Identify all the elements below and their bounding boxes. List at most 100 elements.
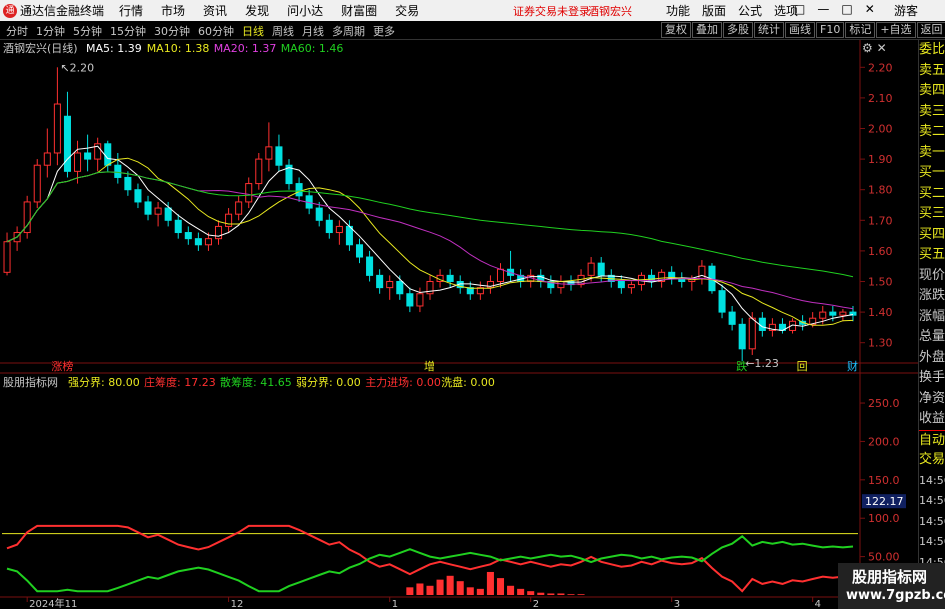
sidebar-item-16[interactable]: 换手 — [919, 368, 945, 389]
candle[interactable] — [43, 128, 51, 178]
candle[interactable] — [507, 250, 515, 282]
right-menu-item-1[interactable]: 版面 — [696, 2, 732, 19]
candle[interactable] — [33, 159, 41, 209]
period-5[interactable]: 60分钟 — [194, 23, 238, 39]
candle[interactable] — [275, 134, 283, 172]
candle[interactable] — [295, 177, 303, 202]
candle[interactable] — [426, 275, 434, 300]
tool-7[interactable]: +自选 — [876, 22, 916, 38]
tool-1[interactable]: 叠加 — [692, 22, 722, 38]
candle[interactable] — [194, 232, 202, 251]
candle[interactable] — [476, 281, 484, 300]
candle[interactable] — [366, 250, 374, 282]
menu-item-4[interactable]: 问小达 — [278, 2, 332, 19]
sidebar-item-9[interactable]: 买四 — [919, 225, 945, 246]
candle[interactable] — [63, 91, 71, 178]
sidebar-item-2[interactable]: 卖四 — [919, 81, 945, 102]
tool-2[interactable]: 多股 — [723, 22, 753, 38]
sidebar-item-10[interactable]: 买五 — [919, 245, 945, 266]
candle[interactable] — [758, 312, 766, 337]
candle[interactable] — [728, 305, 736, 331]
tool-4[interactable]: 画线 — [785, 22, 815, 38]
candle[interactable] — [265, 122, 273, 172]
candle[interactable] — [486, 275, 494, 294]
candle[interactable] — [134, 183, 142, 209]
sidebar-item-13[interactable]: 涨幅 — [919, 307, 945, 328]
event-marker-4[interactable]: 财 — [847, 359, 858, 373]
event-marker-1[interactable]: 增 — [424, 359, 435, 373]
candle[interactable] — [53, 67, 61, 166]
candle[interactable] — [184, 226, 192, 245]
tool-3[interactable]: 统计 — [754, 22, 784, 38]
period-9[interactable]: 多周期 — [328, 23, 369, 39]
period-2[interactable]: 5分钟 — [69, 23, 106, 39]
candle[interactable] — [154, 201, 162, 227]
candle[interactable] — [718, 284, 726, 319]
candle[interactable] — [255, 152, 263, 190]
candle[interactable] — [144, 195, 152, 221]
candle[interactable] — [335, 220, 343, 245]
menu-item-2[interactable]: 资讯 — [194, 2, 236, 19]
candle[interactable] — [124, 171, 132, 196]
guest-user[interactable]: 游客 — [894, 2, 918, 19]
candle[interactable] — [668, 266, 676, 285]
candle[interactable] — [3, 232, 11, 276]
candle[interactable] — [235, 195, 243, 221]
candle[interactable] — [94, 137, 102, 172]
candle[interactable] — [678, 272, 686, 288]
sidebar-item-6[interactable]: 买一 — [919, 163, 945, 184]
sidebar-item-4[interactable]: 卖二 — [919, 122, 945, 143]
period-4[interactable]: 30分钟 — [150, 23, 194, 39]
candle[interactable] — [738, 318, 746, 362]
candle[interactable] — [174, 214, 182, 239]
event-marker-0[interactable]: 涨榜 — [51, 359, 73, 373]
sidebar-item-11[interactable]: 现价 — [919, 266, 945, 287]
candle[interactable] — [577, 269, 585, 288]
candle[interactable] — [285, 159, 293, 190]
event-marker-2[interactable]: 跌 — [736, 359, 747, 373]
candle[interactable] — [537, 269, 545, 288]
sidebar-item-15[interactable]: 外盘 — [919, 348, 945, 369]
sidebar-trade-button[interactable]: 交易 — [919, 450, 945, 471]
maximize-icon[interactable]: □ — [835, 2, 858, 16]
stock-chart[interactable]: 2.20 2.10 2.00 1.90 1.80 1.70 1.60 1.50 1.40 1.30… — [0, 40, 918, 609]
menu-item-0[interactable]: 行情 — [110, 2, 152, 19]
candle[interactable] — [84, 134, 92, 172]
candle[interactable] — [325, 214, 333, 239]
close-icon[interactable]: ✕ — [859, 2, 881, 16]
sidebar-auto-button[interactable]: 自动 — [919, 429, 945, 451]
sidebar-item-7[interactable]: 买二 — [919, 184, 945, 205]
candle[interactable] — [839, 309, 847, 322]
period-0[interactable]: 分时 — [2, 23, 32, 39]
sidebar-item-18[interactable]: 收益 — [919, 409, 945, 430]
minimize-icon[interactable]: — — [811, 2, 835, 16]
period-10[interactable]: 更多 — [369, 23, 399, 39]
settings-icon[interactable]: ⚙ ✕ — [862, 41, 887, 55]
candle[interactable] — [698, 260, 706, 285]
candle[interactable] — [355, 238, 364, 264]
period-8[interactable]: 月线 — [298, 23, 328, 39]
candle[interactable] — [214, 220, 223, 245]
candle[interactable] — [114, 152, 122, 184]
candle[interactable] — [446, 269, 454, 288]
tool-5[interactable]: F10 — [816, 22, 845, 38]
restore-icon[interactable]: □ — [788, 2, 811, 16]
menu-item-3[interactable]: 发现 — [236, 2, 278, 19]
sidebar-item-1[interactable]: 卖五 — [919, 61, 945, 82]
menu-item-1[interactable]: 市场 — [152, 2, 194, 19]
candle[interactable] — [23, 195, 31, 239]
tool-0[interactable]: 复权 — [661, 22, 691, 38]
candle[interactable] — [225, 208, 233, 233]
sidebar-item-14[interactable]: 总量 — [919, 327, 945, 348]
sidebar-item-0[interactable]: 委比 — [919, 40, 945, 61]
menu-item-6[interactable]: 交易 — [386, 2, 428, 19]
tool-6[interactable]: 标记 — [845, 22, 876, 38]
candle[interactable] — [376, 269, 384, 294]
sidebar-item-17[interactable]: 净资 — [919, 389, 945, 410]
sidebar-item-3[interactable]: 卖三 — [919, 102, 945, 123]
period-6[interactable]: 日线 — [238, 23, 268, 39]
candle[interactable] — [547, 275, 555, 294]
candle[interactable] — [406, 287, 414, 313]
candle[interactable] — [617, 275, 625, 294]
period-7[interactable]: 周线 — [268, 23, 298, 39]
